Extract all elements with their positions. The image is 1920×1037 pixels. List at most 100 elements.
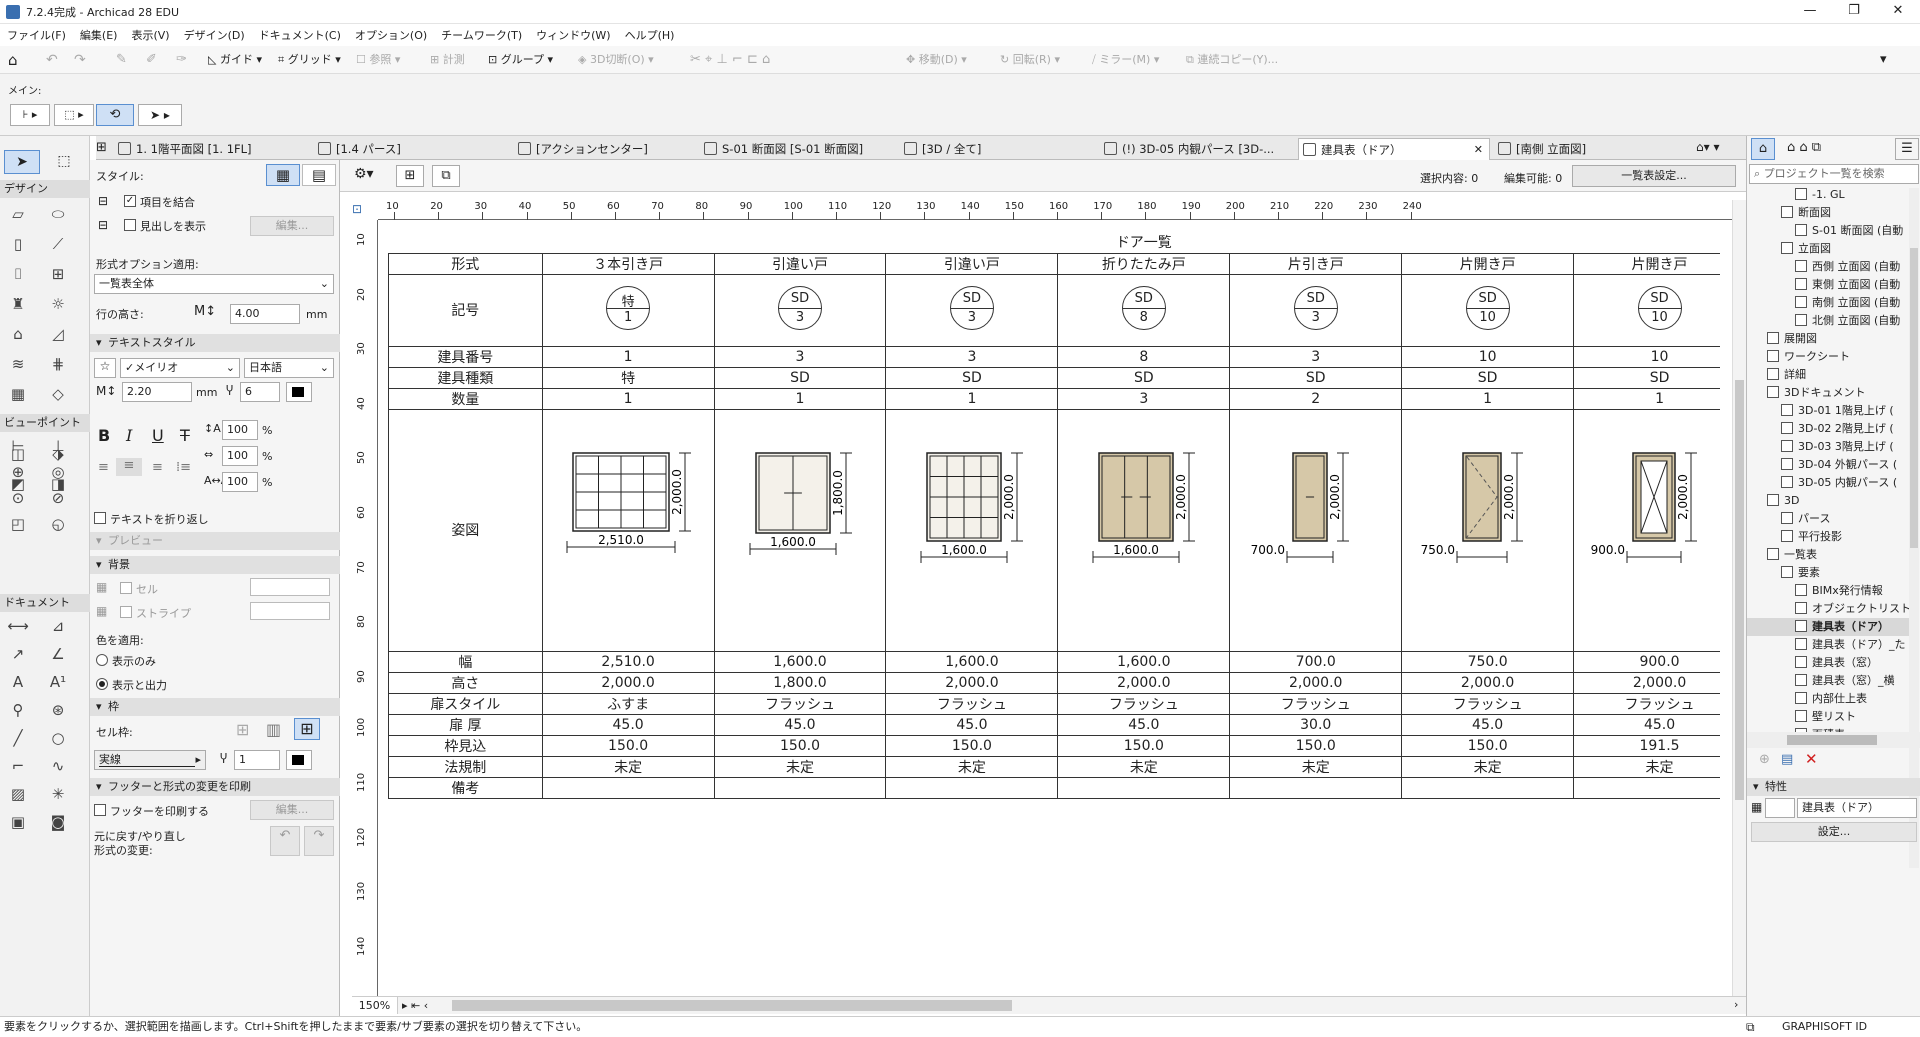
- guide-button[interactable]: ◺ ガイド ▾: [208, 50, 262, 70]
- bold-icon[interactable]: B: [98, 426, 110, 445]
- table-cell[interactable]: 750.0: [1401, 650, 1575, 673]
- frame-header[interactable]: 枠: [90, 698, 340, 716]
- line-tool-icon[interactable]: ╱: [6, 726, 30, 750]
- pick-icon[interactable]: ✐: [146, 50, 157, 70]
- marquee-selector[interactable]: ⬚ ▸: [54, 104, 94, 126]
- frame-pen-swatch[interactable]: [286, 750, 312, 770]
- format-option-select[interactable]: 一覧表全体 ⌄: [94, 274, 334, 294]
- menu-file[interactable]: ファイル(F): [0, 24, 73, 43]
- text-tool-icon[interactable]: A: [6, 670, 30, 694]
- table-cell[interactable]: SD 3: [885, 273, 1059, 347]
- redo-icon[interactable]: ↷: [74, 50, 86, 70]
- menu-document[interactable]: ドキュメント(C): [252, 24, 348, 43]
- table-cell[interactable]: フラッシュ: [885, 692, 1059, 715]
- table-cell[interactable]: 1,800.0: [713, 671, 887, 694]
- tab-3d-all[interactable]: [3D / 全て]: [900, 138, 1096, 160]
- reference-button[interactable]: ☐ 参照 ▾: [356, 50, 400, 70]
- text-pen-swatch[interactable]: [286, 382, 312, 402]
- wall-tool-icon[interactable]: ▱: [6, 202, 30, 226]
- door-tool-icon[interactable]: ⌷: [6, 262, 30, 286]
- table-cell[interactable]: SD: [713, 366, 887, 389]
- table-cell[interactable]: SD: [885, 366, 1059, 389]
- text-pen-input[interactable]: 6: [240, 382, 280, 402]
- table-cell[interactable]: ３本引き戸: [541, 252, 715, 275]
- close-button[interactable]: ✕: [1876, 0, 1920, 24]
- grid-button[interactable]: ⌗ グリッド ▾: [278, 50, 341, 70]
- group-button[interactable]: ⊡ グループ ▾: [488, 50, 553, 70]
- italic-icon[interactable]: I: [126, 426, 132, 445]
- tree-item[interactable]: 断面図: [1747, 204, 1909, 222]
- lamp-tool-icon[interactable]: ☼: [46, 292, 70, 316]
- tree-item[interactable]: ワークシート: [1747, 348, 1909, 366]
- tree-item[interactable]: 平行投影: [1747, 528, 1909, 546]
- footer-edit-button[interactable]: 編集...: [250, 800, 334, 820]
- menu-help[interactable]: ヘルプ(H): [618, 24, 682, 43]
- tree-item[interactable]: 3D-05 内観パース (: [1747, 474, 1909, 492]
- tab-perspective[interactable]: [1.4 パース]: [314, 138, 510, 160]
- horizontal-scrollbar[interactable]: 150% ▸ ⇤ ‹ ›: [352, 996, 1752, 1014]
- merge-checkbox[interactable]: ✓: [124, 195, 136, 207]
- angle-dim-tool-icon[interactable]: ∠: [46, 642, 70, 666]
- ruler-origin-icon[interactable]: ⊡: [352, 202, 362, 216]
- table-cell[interactable]: 未定: [541, 755, 715, 778]
- align-right-icon[interactable]: ≡: [152, 460, 163, 475]
- railing-tool-icon[interactable]: ⋕: [46, 352, 70, 376]
- row-height-input[interactable]: 4.00: [230, 304, 300, 324]
- table-cell[interactable]: 特1: [541, 273, 715, 347]
- table-cell[interactable]: [1229, 776, 1403, 799]
- tree-item[interactable]: 3Dドキュメント: [1747, 384, 1909, 402]
- graphisoft-id-icon[interactable]: ⧉: [1746, 1017, 1755, 1037]
- table-cell[interactable]: SD: [1229, 366, 1403, 389]
- font-select[interactable]: ✓メイリオ ⌄: [120, 358, 240, 378]
- table-cell[interactable]: 45.0: [885, 713, 1059, 736]
- project-map-icon[interactable]: ⌂: [1751, 138, 1775, 160]
- prop-settings-button[interactable]: 設定...: [1751, 822, 1917, 842]
- table-cell[interactable]: 2,000.0 750.0: [1401, 408, 1575, 652]
- table-cell[interactable]: フラッシュ: [1057, 692, 1231, 715]
- table-cell[interactable]: 3: [1229, 345, 1403, 368]
- scroll-thumb[interactable]: [452, 1000, 1012, 1011]
- tree-item[interactable]: 西側 立面図 (自動: [1747, 258, 1909, 276]
- beam-tool-icon[interactable]: ⟋: [46, 232, 70, 256]
- stair-tool-icon[interactable]: ≋: [6, 352, 30, 376]
- table-cell[interactable]: 未定: [1229, 755, 1403, 778]
- slab-tool-icon[interactable]: ⬭: [46, 202, 70, 226]
- level-dimension-tool-icon[interactable]: ⊿: [46, 614, 70, 638]
- table-cell[interactable]: 未定: [885, 755, 1059, 778]
- table-cell[interactable]: [1057, 776, 1231, 799]
- format-redo-button[interactable]: ↷: [304, 826, 334, 856]
- multiply-button[interactable]: ⧉ 連続コピー(Y)...: [1186, 50, 1278, 70]
- table-cell[interactable]: 1: [541, 387, 715, 410]
- radial-dim-tool-icon[interactable]: ↗: [6, 642, 30, 666]
- table-cell[interactable]: 150.0: [1229, 734, 1403, 757]
- marquee-tool-icon[interactable]: ⬚: [52, 150, 76, 174]
- table-cell[interactable]: 片引き戸: [1229, 252, 1403, 275]
- background-header[interactable]: 背景: [90, 556, 340, 574]
- strikethrough-icon[interactable]: T: [180, 426, 190, 445]
- figure-tool-icon[interactable]: ▣: [6, 810, 30, 834]
- properties-icon[interactable]: ▤: [1781, 752, 1793, 767]
- table-cell[interactable]: 2,000.0: [885, 671, 1059, 694]
- mesh-tool-icon[interactable]: ◇: [46, 382, 70, 406]
- table-cell[interactable]: 1: [885, 387, 1059, 410]
- table-cell[interactable]: [541, 776, 715, 799]
- table-cell[interactable]: 2,000.0 1,600.0: [885, 408, 1059, 652]
- star-icon[interactable]: ☆: [94, 358, 116, 378]
- tree-item[interactable]: 立面図: [1747, 240, 1909, 258]
- header-edit-button[interactable]: 編集...: [250, 216, 334, 236]
- change-tool-icon[interactable]: ⊘: [46, 486, 70, 510]
- tree-item[interactable]: 3D-02 2階見上げ (: [1747, 420, 1909, 438]
- text-style-header[interactable]: テキストスタイル: [90, 334, 340, 352]
- table-cell[interactable]: SD: [1401, 366, 1575, 389]
- table-cell[interactable]: 1: [541, 345, 715, 368]
- navigator-menu-icon[interactable]: ☰: [1895, 138, 1919, 160]
- table-cell[interactable]: 150.0: [713, 734, 887, 757]
- tree-item[interactable]: 南側 立面図 (自動: [1747, 294, 1909, 312]
- table-cell[interactable]: 2,000.0 700.0: [1229, 408, 1403, 652]
- tree-item[interactable]: S-01 断面図 (自動: [1747, 222, 1909, 240]
- table-cell[interactable]: 2,000.0 2,510.0: [541, 408, 715, 652]
- table-cell[interactable]: 3: [885, 345, 1059, 368]
- drawing-tool-icon[interactable]: ◙: [46, 810, 70, 834]
- table-cell[interactable]: ふすま: [541, 692, 715, 715]
- vertical-scrollbar[interactable]: [1732, 200, 1746, 996]
